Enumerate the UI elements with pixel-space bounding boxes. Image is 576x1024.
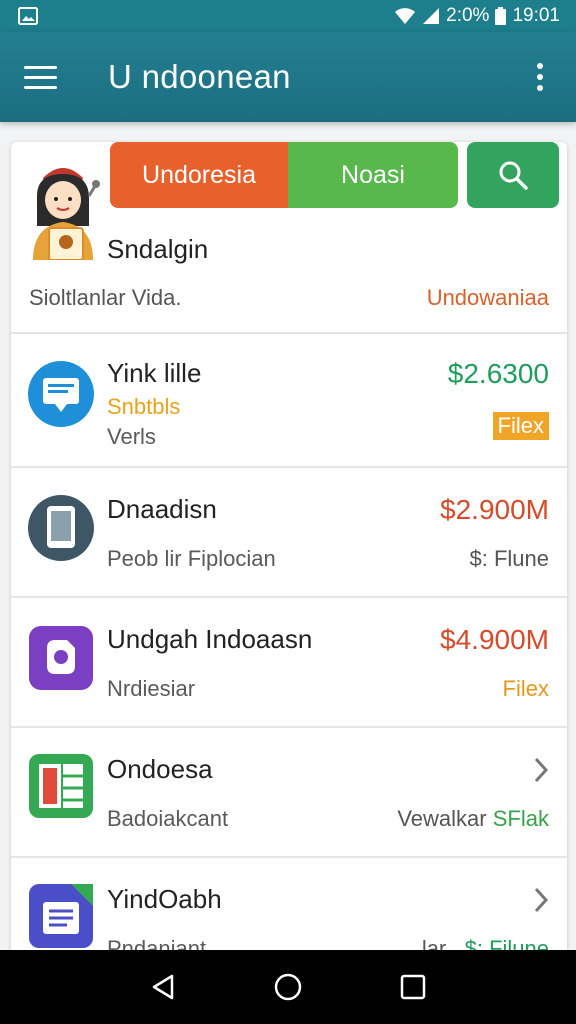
puzzle-icon (27, 622, 95, 694)
item-price: $2.900M (440, 494, 549, 525)
monitor-chat-icon (27, 358, 95, 430)
header-section: Undoresia Noasi Sndalgin Sioltlanlar Vid… (11, 142, 567, 334)
list-item[interactable]: Undgah Indoaasn Nrdiesiar $4.900M Filex (11, 598, 567, 728)
item-subtitle: Pndaniant (107, 936, 207, 950)
content-card: Undoresia Noasi Sndalgin Sioltlanlar Vid… (11, 142, 567, 950)
list-item[interactable]: YindOabh Pndaniant lar $: Filune (11, 858, 567, 950)
home-icon[interactable] (268, 967, 308, 1007)
spreadsheet-icon (27, 750, 95, 822)
signal-icon (423, 8, 440, 24)
wifi-icon (395, 8, 416, 24)
item-tag: lar $: Filune (422, 936, 549, 950)
tablet-icon (27, 492, 95, 564)
item-tag: $: Flune (469, 546, 550, 571)
item-category: Snbtbls (107, 394, 181, 419)
item-price: $4.900M (440, 624, 549, 655)
battery-icon (495, 7, 507, 25)
item-price: $2.6300 (447, 358, 549, 389)
item-title: Dnaadisn (107, 494, 217, 524)
tab-secondary[interactable]: Noasi (288, 142, 458, 208)
back-icon[interactable] (143, 967, 183, 1007)
recents-icon[interactable] (393, 967, 433, 1007)
chevron-right-icon[interactable] (531, 886, 551, 914)
item-title: Yink lille (107, 358, 202, 388)
item-subtitle: Peob lir Fiplocian (107, 546, 276, 571)
hamburger-menu-icon[interactable] (24, 57, 64, 97)
item-tag-prefix: Vewalkar (397, 806, 487, 831)
item-title: YindOabh (107, 884, 222, 914)
search-icon (499, 161, 528, 190)
item-badge: Filex (492, 412, 549, 440)
item-subtitle: Badoiakcant (107, 806, 229, 831)
profile-name: Sndalgin (107, 234, 209, 264)
image-icon (18, 7, 38, 25)
item-subtitle: Nrdiesiar (107, 676, 196, 701)
list-item[interactable]: Yink lille Snbtbls Verls $2.6300 Filex (11, 334, 567, 468)
item-title: Ondoesa (107, 754, 213, 784)
profile-subtitle: Sioltlanlar Vida. (29, 285, 182, 310)
item-subtitle: Verls (107, 424, 156, 449)
profile-link[interactable]: Undowaniaa (427, 285, 549, 311)
item-tag: Vewalkar SFlak (397, 806, 549, 832)
item-tag-value: $: Filune (464, 936, 549, 950)
item-title: Undgah Indoaasn (107, 624, 313, 654)
item-tag-prefix: lar (421, 936, 447, 950)
search-button[interactable] (467, 142, 559, 208)
tab-primary[interactable]: Undoresia (110, 142, 288, 208)
chevron-right-icon[interactable] (531, 756, 551, 784)
app-bar: U ndoonean (0, 32, 576, 122)
item-tag: Filex (502, 676, 549, 701)
battery-text: 2:0% (446, 5, 490, 26)
navigation-bar (0, 950, 576, 1024)
clock: 19:01 (512, 5, 560, 26)
app-title: U ndoonean (108, 58, 291, 95)
list-item[interactable]: Ondoesa Badoiakcant Vewalkar SFlak (11, 728, 567, 858)
document-icon (27, 880, 95, 950)
item-tag-suffix: SFlak (492, 806, 549, 831)
list-item[interactable]: Dnaadisn Peob lir Fiplocian $2.900M $: F… (11, 468, 567, 598)
mascot-avatar (33, 168, 100, 260)
overflow-menu-icon[interactable] (528, 57, 552, 97)
status-bar: 2:0% 19:01 (0, 0, 576, 32)
